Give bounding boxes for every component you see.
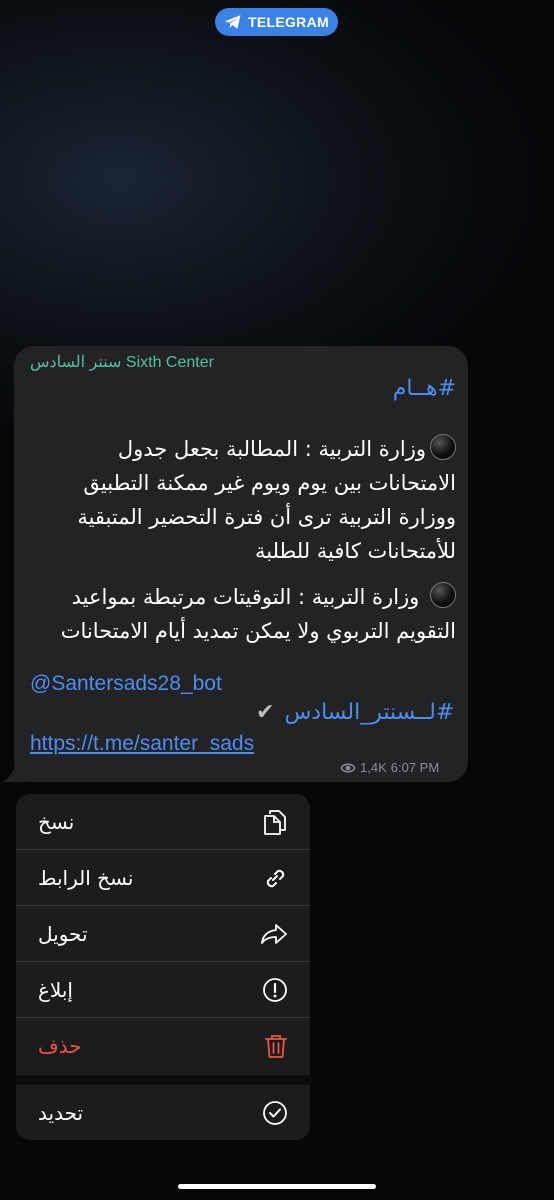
para2-line-2: التقويم التربوي ولا يمكن تمديد أيام الام…: [60, 619, 456, 643]
telegram-badge[interactable]: TELEGRAM: [215, 8, 338, 36]
para1-line-1: وزارة التربية : المطالبة بجعل جدول: [30, 432, 456, 466]
menu-item-label: نسخ الرابط: [38, 865, 134, 890]
black-circle-emoji: [430, 582, 456, 608]
menu-item-delete[interactable]: حذف: [16, 1018, 310, 1074]
para2-line-1: وزارة التربية : التوقيتات مرتبطة بمواعيد: [30, 580, 456, 614]
title-hashtag[interactable]: #هــام: [393, 376, 456, 401]
home-indicator[interactable]: [178, 1184, 376, 1189]
menu-item-label: تحويل: [38, 921, 88, 946]
menu-item-label: نسخ: [38, 809, 75, 834]
message-time: 6:07 PM: [390, 760, 440, 775]
message-paragraph-2: وزارة التربية : التوقيتات مرتبطة بمواعيد…: [30, 580, 456, 648]
bot-mention-link[interactable]: @Santersads28_bot: [30, 672, 222, 696]
menu-item-copy-link[interactable]: نسخ الرابط: [16, 850, 310, 906]
menu-separator: [16, 1075, 310, 1085]
link-icon: [266, 869, 285, 887]
trash-icon: [265, 1035, 287, 1058]
copy-icon: [264, 809, 286, 835]
message-meta: 1,4K 6:07 PM: [340, 760, 439, 775]
telegram-icon: [224, 15, 241, 29]
para1-line-3: ووزارة التربية ترى أن فترة التحضير المتب…: [77, 505, 456, 529]
menu-item-label: حذف: [38, 1034, 82, 1058]
channel-link[interactable]: https://t.me/santer_sads: [30, 732, 254, 756]
black-circle-emoji: [430, 434, 456, 460]
check-mark-icon: ✔: [256, 700, 275, 725]
menu-item-label: تحديد: [38, 1101, 84, 1125]
badge-label: TELEGRAM: [248, 14, 329, 30]
menu-item-forward[interactable]: تحويل: [16, 906, 310, 962]
select-icon: [263, 1101, 287, 1125]
forward-icon: [261, 923, 287, 944]
menu-item-select[interactable]: تحديد: [16, 1085, 310, 1140]
para1-line-4: للأمتحانات كافية للطلبة: [255, 539, 456, 563]
eye-icon: [340, 763, 356, 772]
menu-item-copy[interactable]: نسخ: [16, 794, 310, 850]
menu-item-label: إبلاغ: [38, 977, 73, 1002]
menu-item-report[interactable]: إبلاغ: [16, 962, 310, 1018]
footer-hashtag-row: #لــسنتر_السادس ✔: [256, 700, 454, 725]
message-paragraph-1: وزارة التربية : المطالبة بجعل جدول الامت…: [30, 432, 456, 568]
para1-line-2: الامتحانات بين يوم ويوم غير ممكنة التطبي…: [83, 471, 456, 495]
views-count: 1,4K: [360, 760, 387, 775]
message-sender[interactable]: سنتر السادس Sixth Center: [30, 352, 214, 372]
report-icon: [263, 977, 287, 1002]
context-menu: نسخ نسخ الرابط تحويل إبلاغ حذف تحديد: [16, 794, 310, 1140]
footer-hashtag[interactable]: #لــسنتر_السادس: [284, 700, 454, 725]
